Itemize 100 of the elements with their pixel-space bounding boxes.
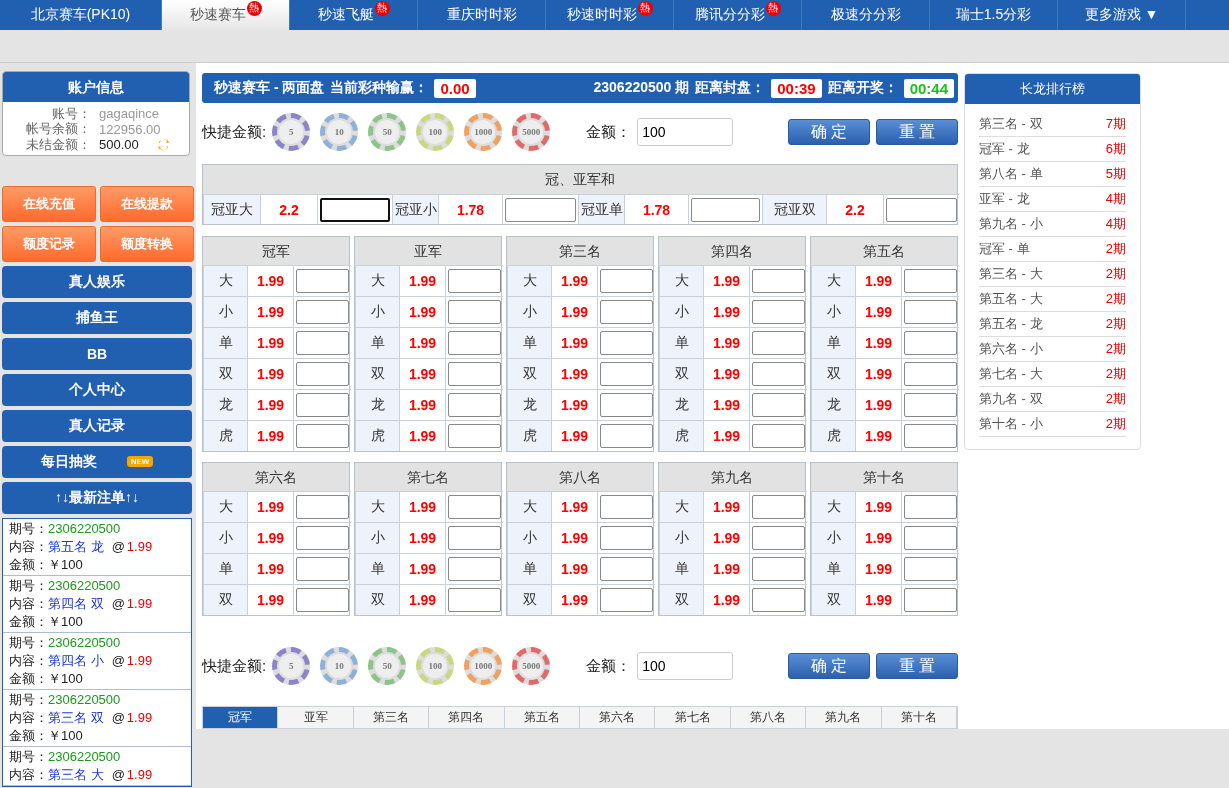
bet-input[interactable] [904,495,957,519]
menu-button[interactable]: 捕鱼王 [2,301,192,334]
chip-button[interactable]: 5000 [512,647,551,685]
bet-input[interactable] [320,197,390,222]
bet-input[interactable] [448,362,501,386]
bet-input[interactable] [752,300,805,324]
bet-input[interactable] [448,424,501,448]
chip-button[interactable]: 50 [368,647,407,685]
bet-input[interactable] [600,588,653,612]
bet-input[interactable] [752,424,805,448]
bet-input[interactable] [296,331,349,355]
chip-button[interactable]: 5000 [512,113,551,151]
menu-button[interactable]: BB [2,337,192,370]
bet-input[interactable] [448,269,501,293]
bet-input[interactable] [904,424,957,448]
bet-input[interactable] [448,331,501,355]
bet-input[interactable] [296,269,349,293]
bet-input[interactable] [752,588,805,612]
bet-input[interactable] [600,331,653,355]
bet-input[interactable] [505,197,576,222]
chip-button[interactable]: 50 [368,113,407,151]
bet-input[interactable] [904,557,957,581]
bet-input[interactable] [600,269,653,293]
amount-input[interactable]: 100 [637,652,734,680]
bet-input[interactable] [691,197,760,222]
bet-input[interactable] [296,495,349,519]
bet-input[interactable] [904,331,957,355]
menu-button[interactable]: 每日抽奖 NEW [2,445,192,478]
bet-input[interactable] [752,526,805,550]
position-tab[interactable]: 第九名 [806,707,882,728]
bet-input[interactable] [296,362,349,386]
bet-input[interactable] [448,588,501,612]
bet-input[interactable] [448,300,501,324]
position-tab[interactable]: 亚军 [278,707,354,728]
streak-count: 6期 [1105,140,1126,158]
bet-input[interactable] [296,300,349,324]
chip-button[interactable]: 5 [272,113,311,151]
bet-input[interactable] [752,495,805,519]
confirm-button[interactable]: 确 定 [788,653,870,679]
chip-button[interactable]: 5 [272,647,311,685]
menu-button[interactable]: 真人记录 [2,409,192,442]
bet-input[interactable] [752,331,805,355]
bet-input[interactable] [752,393,805,417]
chip-button[interactable]: 100 [416,647,455,685]
reset-button[interactable]: 重 置 [876,119,958,145]
position-tab[interactable]: 第五名 [504,707,581,728]
bet-input[interactable] [296,393,349,417]
bet-input[interactable] [904,300,957,324]
odds-cell: 1.99 [399,584,445,615]
bet-input[interactable] [904,526,957,550]
bet-input[interactable] [904,393,957,417]
position-tab[interactable]: 第六名 [580,707,656,728]
bet-input[interactable] [600,526,653,550]
confirm-button[interactable]: 确 定 [788,119,870,145]
position-tab[interactable]: 冠军 [203,707,279,728]
bet-input[interactable] [448,557,501,581]
menu-button[interactable]: 真人娱乐 [2,265,192,298]
bet-input[interactable] [752,269,805,293]
bet-input[interactable] [600,362,653,386]
chip-button[interactable]: 100 [416,113,455,151]
bet-input[interactable] [752,557,805,581]
odds-cell: 1.99 [855,420,901,451]
table-header: 第三名 [507,237,653,265]
bet-input[interactable] [296,424,349,448]
field-value: 500.00 [99,137,139,153]
bet-input[interactable] [448,526,501,550]
bet-input[interactable] [600,393,653,417]
bet-input[interactable] [600,557,653,581]
bet-input[interactable] [904,269,957,293]
position-tab[interactable]: 第四名 [429,707,505,728]
odds-cell: 1.99 [247,265,293,296]
nav-tab[interactable]: 秒速赛车 熱 [162,0,290,30]
chip-button[interactable]: 1000 [464,647,503,685]
bet-input[interactable] [448,393,501,417]
table-cell: 双 [811,358,855,389]
bet-input[interactable] [296,588,349,612]
bet-input[interactable] [448,495,501,519]
amount-input[interactable]: 100 [637,118,734,146]
bet-input[interactable] [296,526,349,550]
bet-input[interactable] [600,300,653,324]
reset-button[interactable]: 重 置 [876,653,958,679]
bet-input[interactable] [296,557,349,581]
position-tab[interactable]: 第十名 [881,707,958,728]
chip-button[interactable]: 1000 [464,113,503,151]
position-tab[interactable]: 第三名 [353,707,430,728]
close-countdown: 00:39 [771,78,822,98]
chip-button[interactable]: 10 [320,647,359,685]
position-tab[interactable]: 第七名 [655,707,731,728]
field-value: gagaqince [99,106,159,122]
bet-input[interactable] [904,362,957,386]
bet-input[interactable] [600,424,653,448]
menu-button[interactable]: 个人中心 [2,373,192,406]
bet-input[interactable] [904,588,957,612]
bet-input[interactable] [886,197,957,222]
bet-input[interactable] [600,495,653,519]
chip-button[interactable]: 10 [320,113,359,151]
streak-count: 2期 [1105,365,1126,383]
position-tab[interactable]: 第八名 [730,707,807,728]
bet-input[interactable] [752,362,805,386]
menu-button[interactable]: ↑↓最新注单↑↓ [2,481,192,514]
